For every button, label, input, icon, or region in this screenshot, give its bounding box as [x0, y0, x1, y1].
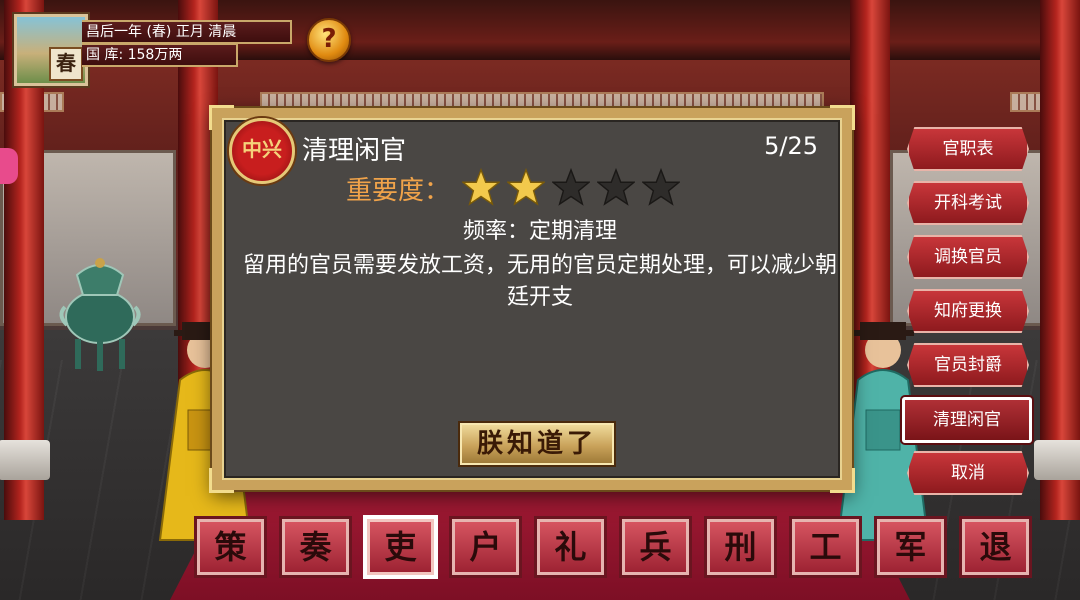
department-button[interactable]: 刑	[704, 516, 777, 578]
help-button[interactable]: ?	[307, 18, 351, 62]
revival-emblem-icon: 中兴	[229, 118, 295, 184]
importance-rating	[462, 168, 680, 206]
dialog-title: 清理闲官	[302, 136, 407, 166]
department-button[interactable]: 奏	[279, 516, 352, 578]
star-filled-icon	[462, 168, 500, 206]
department-button[interactable]: 退	[959, 516, 1032, 578]
treasury-display: 国 库: 158万两	[82, 43, 238, 67]
menu-button[interactable]: 开科考试	[907, 181, 1029, 225]
season-badge[interactable]: 春	[14, 14, 88, 86]
menu-button[interactable]: 调换官员	[907, 235, 1029, 279]
department-button[interactable]: 策	[194, 516, 267, 578]
dialog-corner-ornament	[209, 468, 234, 493]
dialog-corner-ornament	[830, 105, 855, 130]
incense-burner-icon	[59, 258, 141, 371]
season-glyph: 春	[49, 47, 83, 81]
department-button[interactable]: 工	[789, 516, 862, 578]
menu-button[interactable]: 知府更换	[907, 289, 1029, 333]
star-filled-icon	[507, 168, 545, 206]
date-display: 昌后一年 (春) 正月 清晨	[82, 20, 292, 44]
confirm-button[interactable]: 朕知道了	[458, 421, 616, 467]
menu-button[interactable]: 官职表	[907, 127, 1029, 171]
star-empty-icon	[642, 168, 680, 206]
department-button[interactable]: 吏	[364, 516, 437, 578]
star-empty-icon	[552, 168, 590, 206]
department-button[interactable]: 礼	[534, 516, 607, 578]
department-button[interactable]: 户	[449, 516, 522, 578]
task-progress: 5/25	[764, 132, 818, 160]
pillar-base	[1034, 440, 1080, 480]
star-empty-icon	[597, 168, 635, 206]
menu-button[interactable]: 官员封爵	[907, 343, 1029, 387]
dialog-corner-ornament	[209, 105, 234, 130]
description-text: 留用的官员需要发放工资，无用的官员定期处理，可以减少朝廷开支	[242, 253, 837, 310]
department-bar: 策奏吏户礼兵刑工军退	[194, 516, 1032, 578]
dialog-corner-ornament	[830, 468, 855, 493]
menu-button[interactable]: 取消	[907, 451, 1029, 495]
menu-button[interactable]: 清理闲官	[902, 397, 1032, 443]
importance-label: 重要度：	[346, 176, 451, 206]
pillar-base	[0, 440, 50, 480]
frequency-text: 频率：定期清理	[462, 219, 617, 244]
department-button[interactable]: 兵	[619, 516, 692, 578]
department-button[interactable]: 军	[874, 516, 947, 578]
side-tab-icon[interactable]	[0, 148, 18, 184]
